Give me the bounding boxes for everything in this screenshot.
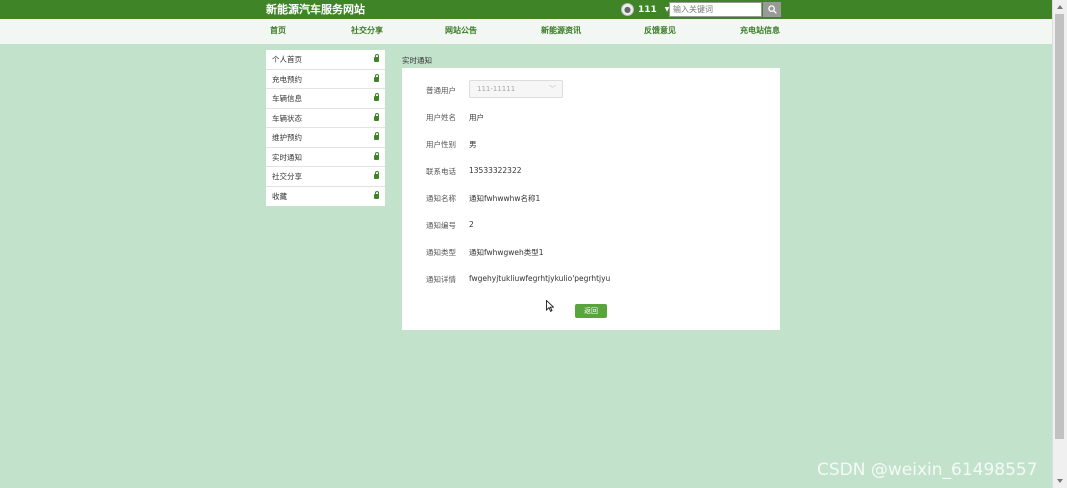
form-row-user-select: 普通用户 111-11111 ﹀ [402,80,780,98]
field-value: 通知fwhwgweh类型1 [469,248,544,257]
field-label: 通知编号 [426,221,456,230]
field-label: 通知详情 [426,275,456,284]
user-menu[interactable]: ● 111 ▼ [621,2,669,17]
sidebar-item-vehicle-info[interactable]: 车辆信息 [266,89,385,109]
user-select-value: 111-11111 [477,85,516,93]
sidebar-item-label: 社交分享 [272,172,302,181]
chevron-down-icon: ﹀ [549,85,556,93]
sidebar-item-label: 实时通知 [272,152,302,162]
user-avatar-icon[interactable]: ● [621,3,634,16]
search-input[interactable] [669,2,762,17]
field-value: 13533322322 [469,166,522,175]
sidebar-item-maintenance-booking[interactable]: 维护预约 [266,128,385,148]
form-row-user-name: 用户姓名 用户 [402,111,780,125]
sidebar-item-charging-booking[interactable]: 充电预约 [266,70,385,89]
sidebar-item-label: 车辆状态 [272,113,302,123]
sidebar-item-label: 充电预约 [272,74,302,84]
nav-social-share[interactable]: 社交分享 [351,25,383,37]
watermark: CSDN @weixin_61498557 [817,460,1038,480]
sidebar-menu: 个人首页 充电预约 车辆信息 车辆状态 维护预约 实时通知 社交分享 收藏 [266,50,385,206]
breadcrumb: 实时通知 [402,56,432,65]
sidebar-item-label: 个人首页 [272,55,302,64]
field-value: 2 [469,220,474,229]
sidebar-item-realtime-notice[interactable]: 实时通知 [266,148,385,167]
scrollbar-thumb[interactable] [1055,14,1064,439]
search-icon [767,5,777,14]
vertical-scrollbar[interactable] [1052,0,1067,488]
lock-icon [374,54,379,62]
mouse-cursor-icon [546,300,554,312]
notice-detail-panel: 普通用户 111-11111 ﹀ 用户姓名 用户 用户性别 男 联系电话 135… [402,68,780,330]
nav-home[interactable]: 首页 [270,25,286,37]
sidebar-item-favorites[interactable]: 收藏 [266,187,385,207]
field-value: 通知fwhwwhw名称1 [469,194,541,203]
lock-icon [374,171,379,179]
field-value: 男 [469,140,477,149]
field-label: 用户性别 [426,140,456,149]
form-row-notice-number: 通知编号 2 [402,219,780,233]
lock-icon [374,93,379,101]
back-button[interactable]: 返回 [575,304,607,318]
form-row-notice-detail: 通知详情 fwgehyjtukliuwfegrhtjykulio'pegrhtj… [402,273,780,287]
search-button[interactable] [763,2,781,17]
form-row-notice-name: 通知名称 通知fwhwwhw名称1 [402,192,780,206]
nav-news[interactable]: 新能源资讯 [541,25,581,37]
lock-icon [374,112,379,121]
form-row-notice-type: 通知类型 通知fwhwgweh类型1 [402,246,780,260]
lock-icon [374,151,379,160]
nav-feedback[interactable]: 反馈意见 [644,25,676,37]
lock-icon [374,190,379,199]
field-label: 普通用户 [426,86,456,95]
lock-icon [374,73,379,82]
field-value: fwgehyjtukliuwfegrhtjykulio'pegrhtjyu [469,274,611,283]
field-label: 用户姓名 [426,113,456,122]
main-nav: 首页 社交分享 网站公告 新能源资讯 反馈意见 充电站信息 [0,19,1052,44]
field-label: 通知名称 [426,194,456,203]
sidebar-item-label: 收藏 [272,191,287,201]
scroll-down-arrow-icon[interactable] [1057,479,1063,483]
sidebar-item-label: 维护预约 [272,133,302,142]
nav-charging-stations[interactable]: 充电站信息 [740,25,780,37]
user-select[interactable]: 111-11111 ﹀ [469,80,563,98]
site-title[interactable]: 新能源汽车服务网站 [266,3,365,16]
field-label: 联系电话 [426,167,456,176]
sidebar-item-personal-home[interactable]: 个人首页 [266,50,385,70]
sidebar-item-social-share[interactable]: 社交分享 [266,167,385,187]
sidebar-item-label: 车辆信息 [272,94,302,103]
username-label[interactable]: 111 [638,5,657,15]
form-row-user-gender: 用户性别 男 [402,138,780,152]
lock-icon [374,132,379,140]
top-header-bar: 新能源汽车服务网站 [0,0,1052,19]
sidebar-item-vehicle-status[interactable]: 车辆状态 [266,109,385,128]
nav-announcements[interactable]: 网站公告 [445,25,477,37]
scroll-up-arrow-icon[interactable] [1057,5,1063,9]
form-row-phone: 联系电话 13533322322 [402,165,780,179]
field-value: 用户 [469,113,484,122]
field-label: 通知类型 [426,248,456,257]
